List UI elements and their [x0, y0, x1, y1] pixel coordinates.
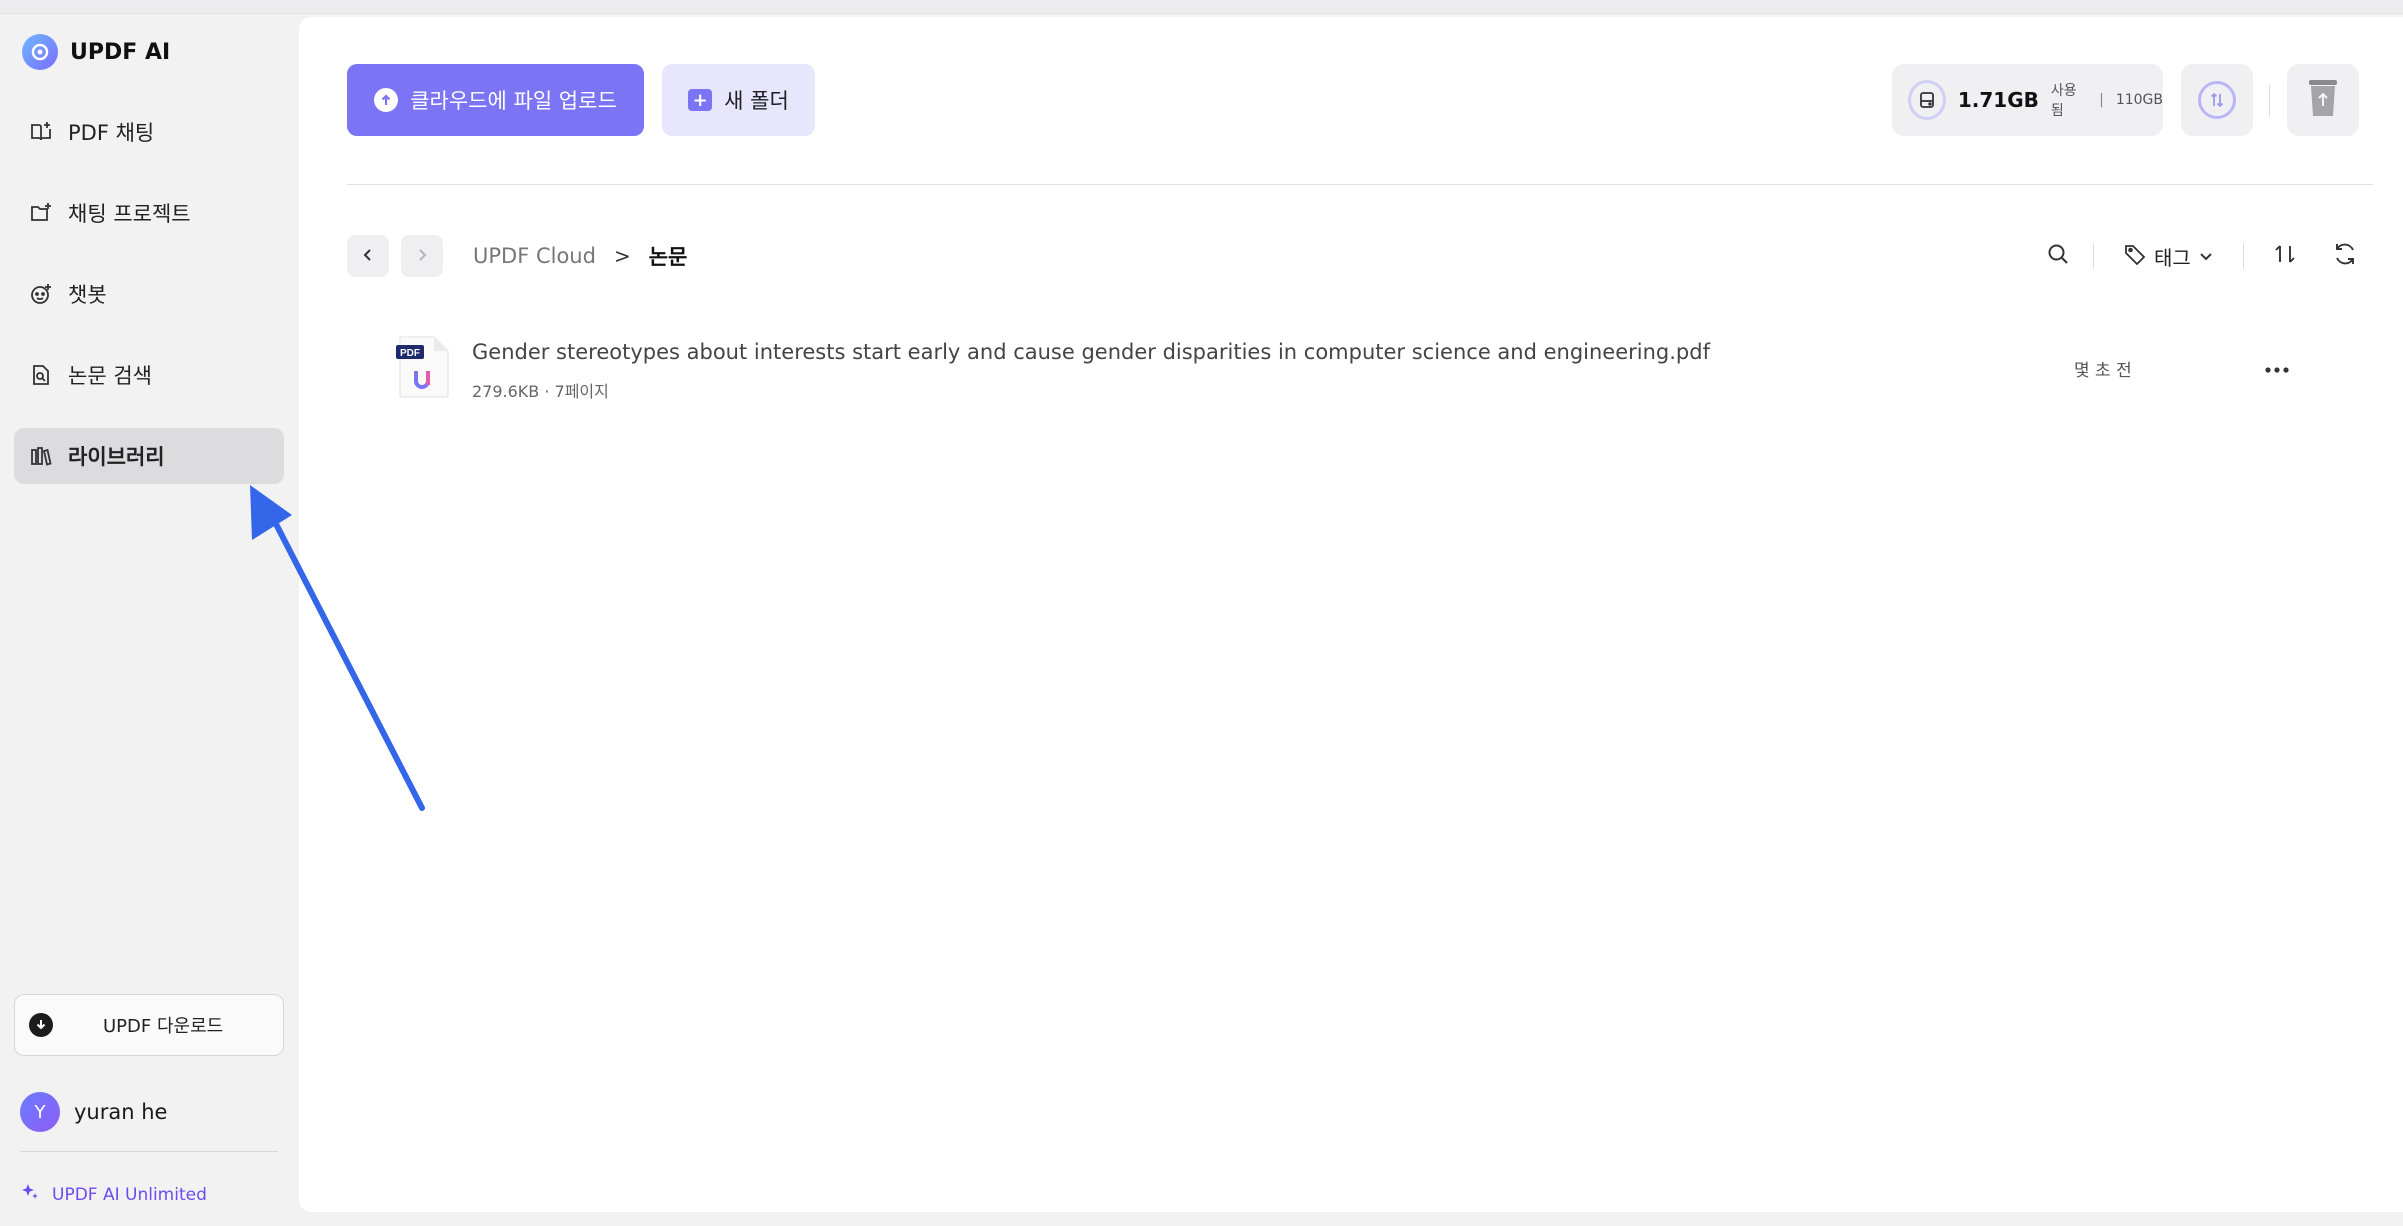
sidebar-item-library[interactable]: 라이브러리 — [14, 428, 284, 484]
storage-indicator[interactable]: 1.71GB 사용됨 | 110GB — [1892, 64, 2163, 136]
main-panel: 클라우드에 파일 업로드 + 새 폴더 1.71GB 사용됨 | 110GB U… — [299, 17, 2403, 1212]
storage-used: 1.71GB — [1957, 88, 2039, 112]
folder-add-icon — [28, 200, 54, 226]
transfer-button[interactable] — [2181, 64, 2253, 136]
bot-icon — [28, 281, 54, 307]
file-name[interactable]: Gender stereotypes about interests start… — [472, 340, 1710, 364]
storage-separator: | — [2099, 92, 2104, 108]
app-name: UPDF AI — [70, 39, 171, 65]
upload-label: 클라우드에 파일 업로드 — [410, 89, 617, 113]
doc-search-icon — [28, 362, 54, 388]
download-updf-button[interactable]: UPDF 다운로드 — [14, 994, 284, 1056]
updf-logo-icon — [22, 34, 58, 70]
avatar: Y — [20, 1092, 60, 1132]
sidebar-item-label: 챗봇 — [68, 283, 107, 307]
sidebar-item-chatbot[interactable]: 챗봇 — [14, 266, 284, 322]
sidebar-divider — [20, 1151, 278, 1152]
tag-icon — [2124, 243, 2146, 270]
file-modified-time: 몇 초 전 — [2074, 361, 2132, 381]
chevron-left-icon — [361, 246, 375, 267]
download-icon — [29, 1013, 53, 1037]
sidebar-item-chat-project[interactable]: 채팅 프로젝트 — [14, 185, 284, 241]
book-chat-icon — [28, 119, 54, 145]
new-folder-label: 새 폴더 — [724, 89, 789, 113]
pdf-file-icon: PDF — [396, 335, 452, 401]
sidebar-item-pdf-chat[interactable]: PDF 채팅 — [14, 104, 284, 160]
sidebar-nav: PDF 채팅 채팅 프로젝트 챗봇 논문 검색 라이브러리 — [14, 104, 284, 509]
transfer-arrows-icon — [2198, 81, 2236, 119]
upload-to-cloud-button[interactable]: 클라우드에 파일 업로드 — [347, 64, 644, 136]
breadcrumb: UPDF Cloud > 논문 — [473, 241, 687, 271]
upload-icon — [374, 88, 399, 112]
sidebar-item-label: 라이브러리 — [68, 445, 165, 469]
storage-drive-icon — [1908, 80, 1946, 120]
user-profile[interactable]: Y yuran he — [20, 1092, 167, 1132]
storage-total: 110GB — [2115, 92, 2163, 108]
tools-divider — [2242, 243, 2244, 269]
search-icon — [2046, 242, 2070, 270]
sidebar-item-paper-search[interactable]: 논문 검색 — [14, 347, 284, 403]
breadcrumb-separator: > — [613, 244, 631, 268]
trash-bin-icon — [2305, 76, 2341, 124]
storage-used-label: 사용됨 — [2050, 83, 2077, 119]
tag-label: 태그 — [2154, 245, 2191, 270]
file-row[interactable]: PDF Gender stereotypes about interests s… — [347, 320, 2373, 414]
tools-divider — [2093, 243, 2094, 269]
sparkle-icon — [20, 1182, 40, 1207]
list-tools: 태그 — [2037, 239, 2360, 273]
chevron-down-icon — [2199, 244, 2213, 268]
toolbar-divider — [2269, 85, 2270, 117]
sort-icon — [2273, 242, 2297, 270]
breadcrumb-root[interactable]: UPDF Cloud — [473, 244, 596, 268]
tag-filter-button[interactable]: 태그 — [2124, 239, 2213, 273]
refresh-button[interactable] — [2330, 239, 2360, 273]
plan-link[interactable]: UPDF AI Unlimited — [20, 1182, 207, 1207]
more-options-button[interactable] — [2257, 346, 2297, 386]
sort-button[interactable] — [2270, 239, 2300, 273]
forward-button[interactable] — [401, 235, 443, 277]
window-top-strip — [0, 0, 2403, 14]
breadcrumb-current: 논문 — [648, 245, 688, 269]
more-horizontal-icon — [2264, 351, 2290, 381]
library-icon — [28, 443, 54, 469]
pdf-badge: PDF — [400, 348, 420, 359]
folder-plus-icon: + — [688, 89, 713, 111]
plan-label: UPDF AI Unlimited — [52, 1184, 207, 1205]
sidebar-item-label: PDF 채팅 — [68, 121, 155, 145]
sidebar-item-label: 채팅 프로젝트 — [68, 202, 191, 226]
refresh-icon — [2332, 241, 2358, 271]
trash-button[interactable] — [2287, 64, 2359, 136]
header-divider — [347, 184, 2373, 185]
search-button[interactable] — [2037, 239, 2079, 273]
brand[interactable]: UPDF AI — [22, 32, 170, 72]
sidebar: UPDF AI PDF 채팅 채팅 프로젝트 챗봇 논문 검색 라이브러리 UP… — [0, 14, 297, 1226]
download-label: UPDF 다운로드 — [103, 1016, 224, 1037]
back-button[interactable] — [347, 235, 389, 277]
chevron-right-icon — [415, 246, 429, 267]
file-meta: 279.6KB · 7페이지 — [472, 382, 609, 401]
user-name: yuran he — [74, 1100, 168, 1124]
sidebar-item-label: 논문 검색 — [68, 364, 152, 388]
new-folder-button[interactable]: + 새 폴더 — [662, 64, 815, 136]
